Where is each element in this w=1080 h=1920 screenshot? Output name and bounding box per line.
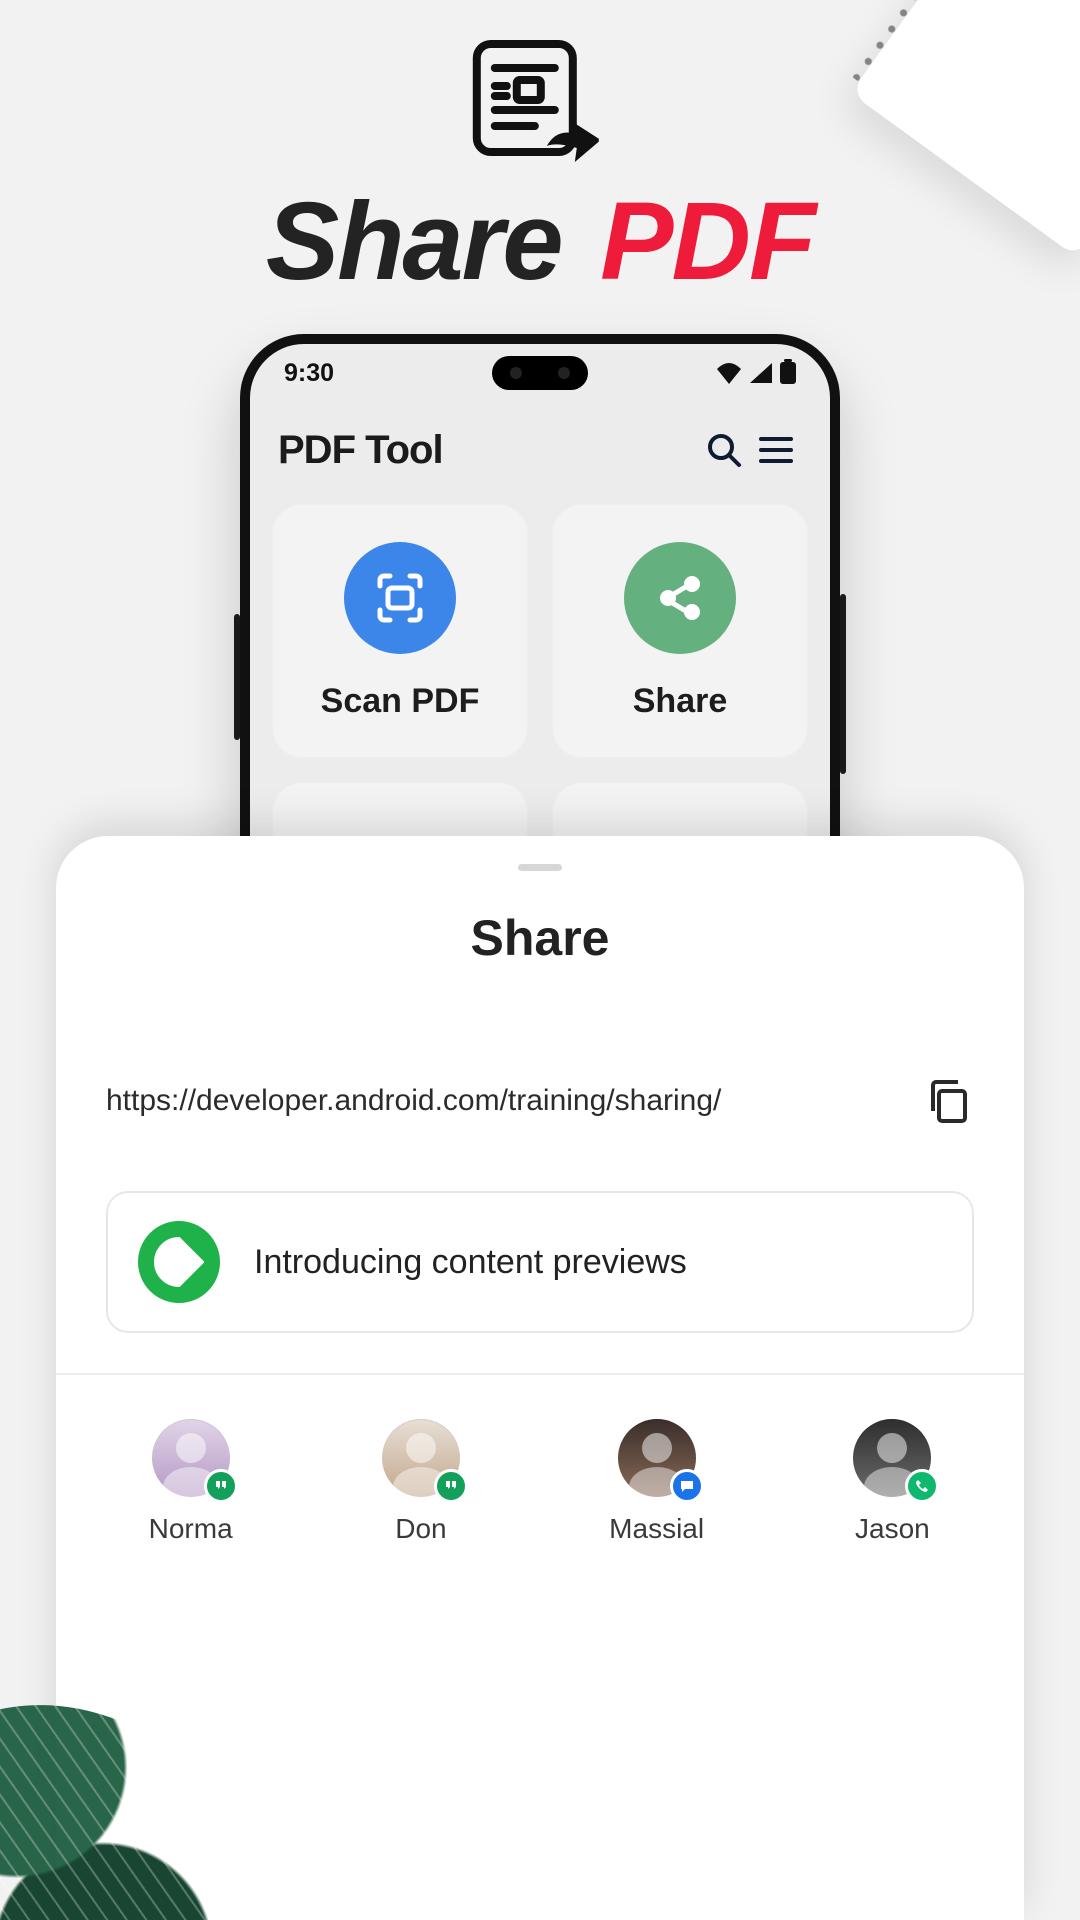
share-circle	[624, 542, 736, 654]
copy-icon	[925, 1077, 971, 1125]
copy-button[interactable]	[922, 1075, 974, 1127]
app-bar: PDF Tool	[250, 410, 830, 490]
share-icon	[653, 571, 707, 625]
card-share-label: Share	[633, 682, 728, 721]
contact-name: Massial	[609, 1513, 704, 1545]
contact-jason[interactable]: Jason	[853, 1419, 931, 1545]
page-headline: Share PDF	[0, 178, 1080, 305]
sheet-title: Share	[56, 909, 1024, 967]
phone-badge-icon	[905, 1469, 939, 1503]
contact-name: Norma	[149, 1513, 233, 1545]
contact-name: Jason	[855, 1513, 930, 1545]
search-button[interactable]	[698, 424, 750, 476]
contact-strip: Norma Don Massial	[56, 1373, 1024, 1545]
app-title: PDF Tool	[278, 428, 443, 473]
url-row: https://developer.android.com/training/s…	[56, 1075, 1024, 1127]
share-sheet: Share https://developer.android.com/trai…	[56, 836, 1024, 1920]
scan-circle	[344, 542, 456, 654]
messages-badge-icon	[670, 1469, 704, 1503]
menu-button[interactable]	[750, 424, 802, 476]
hero-document-share-icon	[459, 38, 599, 168]
scan-icon	[372, 570, 428, 626]
headline-word-2: PDF	[600, 180, 814, 303]
avatar	[382, 1419, 460, 1497]
hamburger-icon	[758, 435, 794, 465]
status-bar: 9:30	[250, 344, 830, 402]
card-scan-label: Scan PDF	[321, 682, 480, 721]
search-icon	[705, 431, 743, 469]
contact-don[interactable]: Don	[382, 1419, 460, 1545]
shared-url: https://developer.android.com/training/s…	[106, 1084, 894, 1118]
hangouts-badge-icon	[204, 1469, 238, 1503]
contact-norma[interactable]: Norma	[149, 1419, 233, 1545]
avatar	[152, 1419, 230, 1497]
wifi-icon	[716, 362, 742, 384]
hangouts-badge-icon	[434, 1469, 468, 1503]
contact-massial[interactable]: Massial	[609, 1419, 704, 1545]
content-preview-text: Introducing content previews	[254, 1243, 687, 1282]
content-preview-card[interactable]: Introducing content previews	[106, 1191, 974, 1333]
android-q-icon	[138, 1221, 220, 1303]
headline-word-1: Share	[266, 180, 562, 303]
status-time: 9:30	[284, 359, 334, 388]
avatar	[853, 1419, 931, 1497]
sheet-handle[interactable]	[518, 864, 562, 871]
battery-icon	[780, 362, 796, 384]
avatar	[618, 1419, 696, 1497]
cellular-icon	[750, 363, 772, 383]
contact-name: Don	[395, 1513, 446, 1545]
card-scan-pdf[interactable]: Scan PDF	[272, 504, 528, 758]
card-share[interactable]: Share	[552, 504, 808, 758]
